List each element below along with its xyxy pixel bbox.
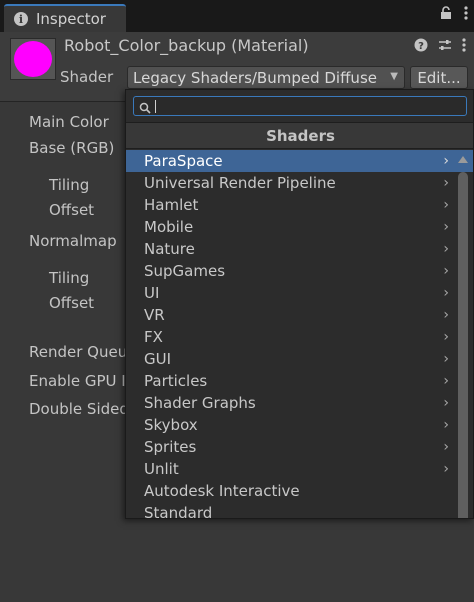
prop-tiling: Tiling <box>49 269 90 287</box>
shader-menu-item[interactable]: Universal Render Pipeline › <box>126 172 473 194</box>
material-preview <box>10 38 56 80</box>
shader-menu-item-label: UI <box>144 284 160 302</box>
prop-offset: Offset <box>49 294 95 312</box>
header-icons: ? <box>414 38 466 56</box>
shader-menu-item-label: ParaSpace <box>144 152 223 170</box>
prop-base: Base (RGB) <box>29 139 115 157</box>
shader-menu-item[interactable]: Hamlet › <box>126 194 473 216</box>
chevron-right-icon: › <box>443 197 449 213</box>
chevron-right-icon: › <box>443 439 449 455</box>
scroll-up-icon[interactable] <box>458 156 468 163</box>
shader-menu-item[interactable]: Shader Graphs › <box>126 392 473 414</box>
shader-menu-item[interactable]: Particles › <box>126 370 473 392</box>
tab-label: Inspector <box>36 10 106 28</box>
shader-menu-item-label: Nature <box>144 240 195 258</box>
svg-text:?: ? <box>418 41 424 52</box>
shader-menu-item[interactable]: Mobile › <box>126 216 473 238</box>
chevron-right-icon: › <box>443 417 449 433</box>
chevron-right-icon: › <box>443 175 449 191</box>
shader-menu-item-label: Shader Graphs <box>144 394 256 412</box>
shader-menu-item-label: Hamlet <box>144 196 199 214</box>
shader-popup: Shaders ParaSpace › Universal Render Pipel… <box>125 89 474 519</box>
shader-label: Shader <box>60 68 114 86</box>
search-input[interactable] <box>133 96 467 116</box>
shader-menu-item[interactable]: VR › <box>126 304 473 326</box>
shader-menu-item[interactable]: Skybox › <box>126 414 473 436</box>
popup-header: Shaders <box>126 122 473 149</box>
chevron-right-icon: › <box>443 153 449 169</box>
preset-icon[interactable] <box>438 38 452 56</box>
chevron-down-icon: ▼ <box>390 71 398 82</box>
shader-menu-item-label: Standard <box>144 504 213 519</box>
shader-menu-item-label: SupGames <box>144 262 226 280</box>
shader-menu-item[interactable]: UI › <box>126 282 473 304</box>
tab-tools <box>440 6 468 20</box>
chevron-right-icon: › <box>443 263 449 279</box>
more-vertical-icon[interactable] <box>464 6 468 20</box>
search-icon <box>139 100 151 118</box>
shader-menu-item[interactable]: GUI › <box>126 348 473 370</box>
prop-main-color: Main Color <box>29 113 109 131</box>
text-caret <box>155 100 156 113</box>
shader-menu-item-label: Sprites <box>144 438 197 456</box>
tab-bar: i Inspector <box>0 0 474 32</box>
shader-menu-item-label: Particles <box>144 372 208 390</box>
edit-shader-button[interactable]: Edit... <box>410 66 468 89</box>
lock-icon[interactable] <box>440 6 452 20</box>
shader-menu-item-label: VR <box>144 306 165 324</box>
shader-menu-item[interactable]: Unlit › <box>126 458 473 480</box>
shader-menu-item[interactable]: Nature › <box>126 238 473 260</box>
help-icon[interactable]: ? <box>414 38 428 56</box>
shader-menu-item[interactable]: Standard <box>126 502 473 519</box>
shader-list: ParaSpace › Universal Render Pipeline › Haml… <box>126 150 473 519</box>
chevron-right-icon: › <box>443 351 449 367</box>
prop-render-queue: Render Queu <box>29 343 128 361</box>
shader-menu-item[interactable]: Autodesk Interactive <box>126 480 473 502</box>
chevron-right-icon: › <box>443 461 449 477</box>
shader-dropdown[interactable]: Legacy Shaders/Bumped Diffuse ▼ <box>127 66 405 89</box>
material-title: Robot_Color_backup (Material) <box>64 36 309 55</box>
shader-menu-item-label: Skybox <box>144 416 198 434</box>
more-vertical-icon[interactable] <box>462 38 466 56</box>
shader-menu-item-label: Mobile <box>144 218 194 236</box>
chevron-right-icon: › <box>443 241 449 257</box>
shader-menu-item-label: FX <box>144 328 163 346</box>
prop-normalmap: Normalmap <box>29 232 117 250</box>
prop-enable-gpu-instancing: Enable GPU I <box>29 372 126 390</box>
chevron-right-icon: › <box>443 329 449 345</box>
material-swatch <box>14 41 52 77</box>
tab-inspector[interactable]: i Inspector <box>4 4 126 32</box>
prop-tiling: Tiling <box>49 176 90 194</box>
shader-menu-item-label: GUI <box>144 350 172 368</box>
chevron-right-icon: › <box>443 395 449 411</box>
info-icon: i <box>14 12 28 26</box>
shader-dropdown-value: Legacy Shaders/Bumped Diffuse <box>133 68 377 87</box>
prop-double-sided: Double Sided <box>29 400 129 418</box>
shader-menu-item[interactable]: SupGames › <box>126 260 473 282</box>
shader-menu-item-label: Unlit <box>144 460 179 478</box>
shader-menu-item-label: Autodesk Interactive <box>144 482 300 500</box>
shader-menu-item[interactable]: FX › <box>126 326 473 348</box>
chevron-right-icon: › <box>443 285 449 301</box>
prop-offset: Offset <box>49 201 95 219</box>
scrollbar-thumb[interactable] <box>458 172 468 518</box>
chevron-right-icon: › <box>443 307 449 323</box>
chevron-right-icon: › <box>443 373 449 389</box>
chevron-right-icon: › <box>443 219 449 235</box>
shader-menu-item-label: Universal Render Pipeline <box>144 174 336 192</box>
shader-menu-item[interactable]: ParaSpace › <box>126 150 473 172</box>
shader-menu-item[interactable]: Sprites › <box>126 436 473 458</box>
